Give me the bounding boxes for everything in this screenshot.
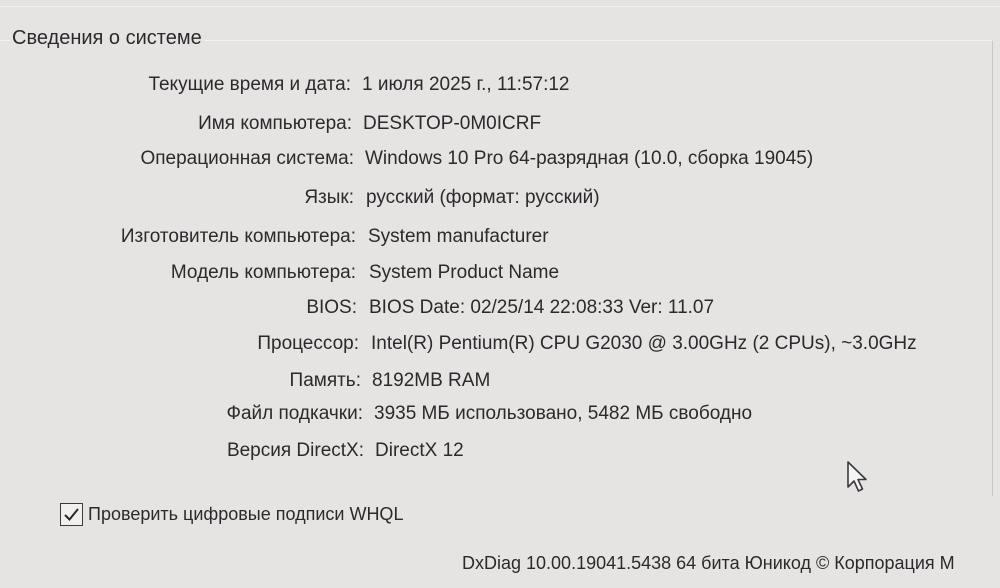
whql-checkbox[interactable]	[60, 503, 83, 526]
info-value: Windows 10 Pro 64-разрядная (10.0, сборк…	[365, 148, 814, 169]
info-value: 8192MB RAM	[372, 370, 491, 391]
info-row-manufacturer: Изготовитель компьютера: System manufact…	[0, 226, 1000, 256]
info-value: System manufacturer	[368, 226, 549, 247]
info-row-pagefile: Файл подкачки: 3935 МБ использовано, 548…	[0, 403, 1000, 433]
info-row-language: Язык: русский (формат: русский)	[0, 187, 1000, 217]
info-value: 3935 МБ использовано, 5482 МБ свободно	[374, 403, 753, 424]
section-title: Сведения о системе	[10, 27, 204, 50]
window-top-edge	[0, 6, 1000, 7]
info-label: Память:	[289, 370, 361, 391]
info-label: Язык:	[304, 187, 354, 208]
info-label: Операционная система:	[140, 148, 354, 169]
info-row-memory: Память: 8192MB RAM	[0, 370, 1000, 400]
info-row-os: Операционная система: Windows 10 Pro 64-…	[0, 148, 1000, 178]
info-row-model: Модель компьютера: System Product Name	[0, 262, 1000, 292]
info-label: Имя компьютера:	[198, 113, 352, 134]
info-value: System Product Name	[369, 262, 560, 283]
info-row-processor: Процессор: Intel(R) Pentium(R) CPU G2030…	[0, 333, 1000, 363]
whql-label[interactable]: Проверить цифровые подписи WHQL	[88, 504, 403, 525]
info-label: BIOS:	[306, 297, 357, 318]
mouse-pointer-icon	[846, 460, 872, 499]
info-label: Процессор:	[257, 333, 359, 354]
info-value: Intel(R) Pentium(R) CPU G2030 @ 3.00GHz …	[371, 333, 917, 354]
info-value: DirectX 12	[375, 440, 464, 461]
info-value: 1 июля 2025 г., 11:57:12	[362, 74, 570, 95]
info-value: DESKTOP-0M0ICRF	[363, 113, 542, 134]
info-row-computer-name: Имя компьютера: DESKTOP-0M0ICRF	[0, 113, 1000, 143]
checkmark-icon	[64, 508, 79, 521]
info-label: Текущие время и дата:	[148, 74, 351, 95]
info-value: BIOS Date: 02/25/14 22:08:33 Ver: 11.07	[369, 297, 715, 318]
info-row-bios: BIOS: BIOS Date: 02/25/14 22:08:33 Ver: …	[0, 297, 1000, 327]
info-label: Модель компьютера:	[170, 262, 356, 283]
info-row-datetime: Текущие время и дата: 1 июля 2025 г., 11…	[0, 74, 1000, 104]
info-label: Изготовитель компьютера:	[120, 226, 356, 247]
info-value: русский (формат: русский)	[366, 187, 600, 208]
info-label: Версия DirectX:	[226, 440, 364, 461]
dxdiag-version-footer: DxDiag 10.00.19041.5438 64 бита Юникод ©…	[462, 553, 955, 573]
info-label: Файл подкачки:	[226, 403, 364, 424]
